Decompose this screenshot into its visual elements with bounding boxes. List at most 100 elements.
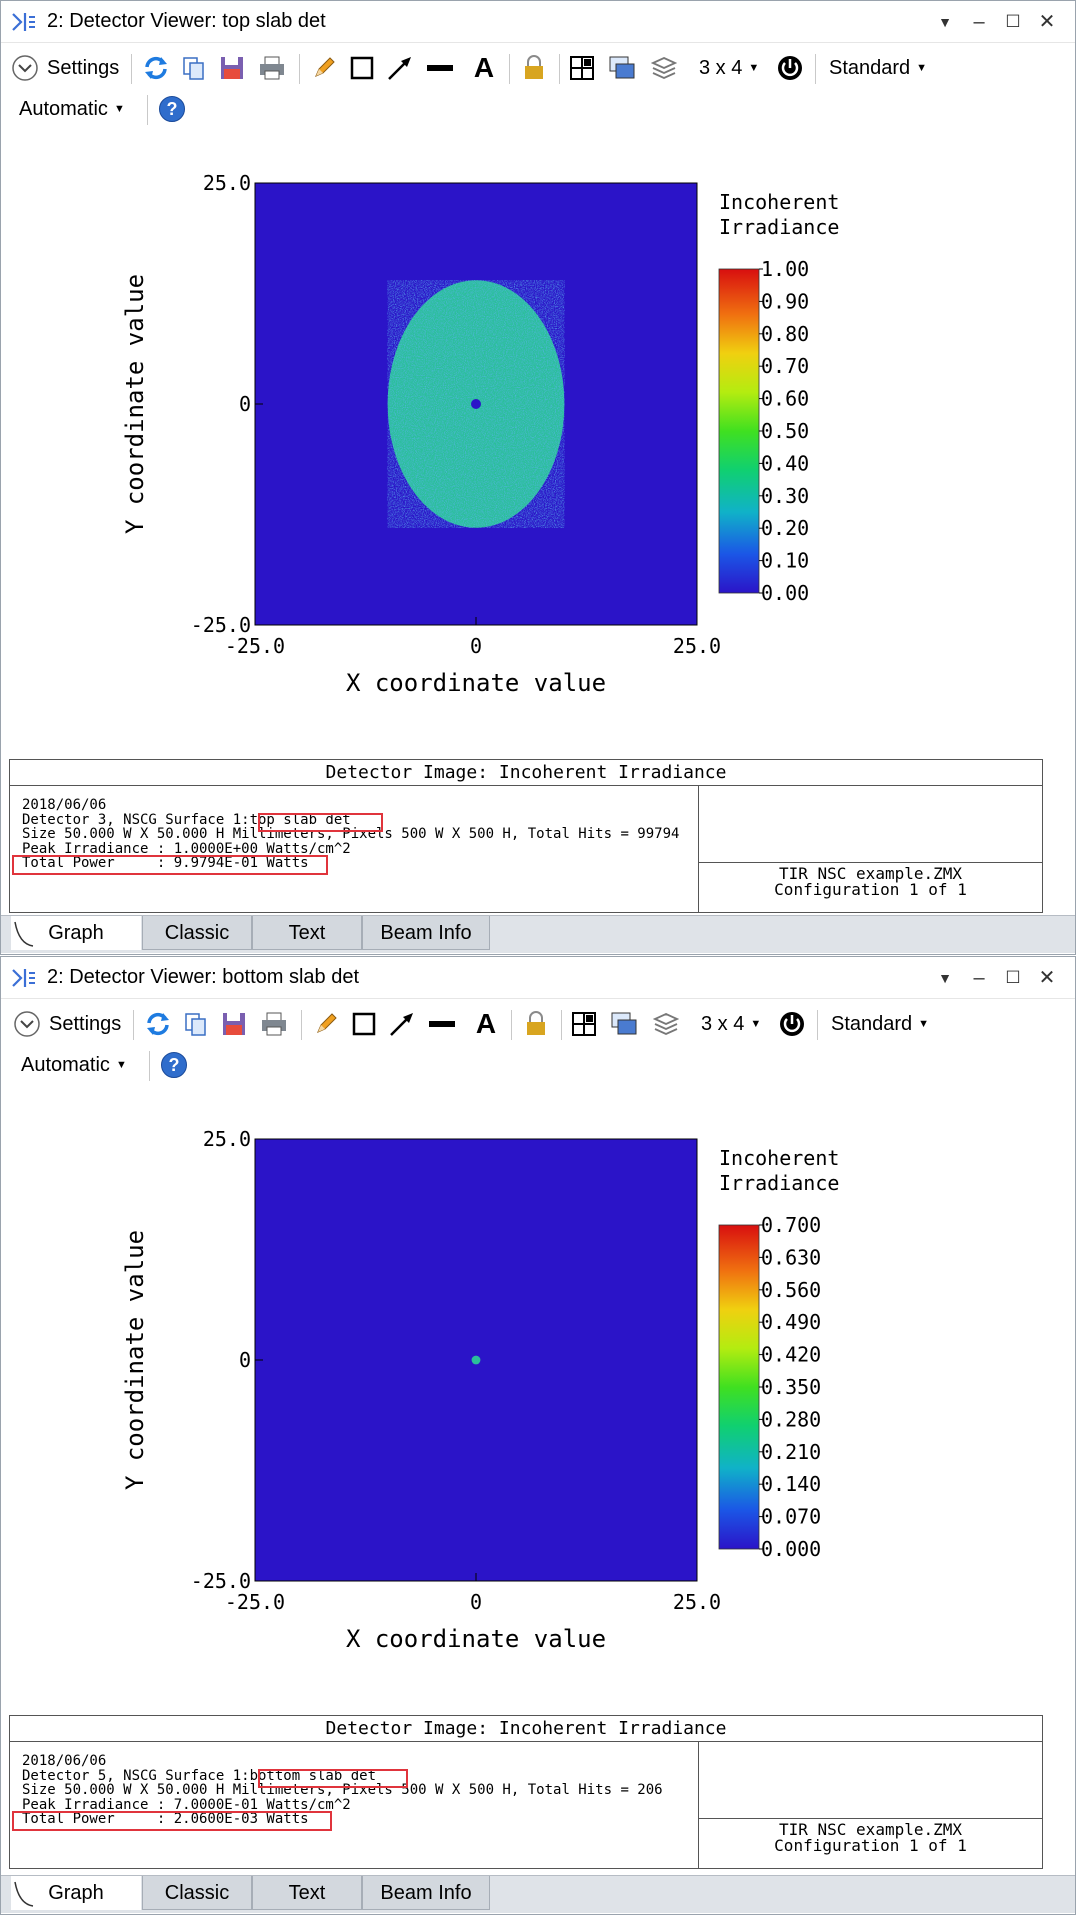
- highlight-total-power: [12, 1811, 332, 1831]
- colorbar-tick-label: 0.280: [761, 1407, 821, 1431]
- colorbar-tick-label: 0.700: [761, 1213, 821, 1237]
- tab-graph[interactable]: Graph: [11, 1876, 141, 1910]
- window-title: 2: Detector Viewer: bottom slab det: [47, 966, 360, 988]
- window-title: 2: Detector Viewer: top slab det: [47, 10, 326, 32]
- window-layout-icon[interactable]: [607, 52, 637, 84]
- tab-classic[interactable]: Classic: [142, 1876, 252, 1910]
- save-icon[interactable]: [219, 1008, 249, 1040]
- chevron-down-circle-icon: [14, 1011, 40, 1037]
- caret-down-icon: ▼: [918, 1018, 930, 1030]
- toolbar: Settings A 3 x 4 ▼ Standard ▼ Automatic …: [1, 1001, 1075, 1087]
- settings-button[interactable]: Settings: [11, 52, 119, 84]
- colorbar-tick-label: 0.40: [761, 451, 809, 475]
- layout-dropdown[interactable]: 3 x 4 ▼: [701, 1008, 761, 1040]
- arrow-tool-icon[interactable]: [385, 52, 415, 84]
- style-dropdown[interactable]: Standard ▼: [829, 52, 927, 84]
- text-tool-icon[interactable]: A: [469, 52, 499, 84]
- caret-down-icon: ▼: [113, 103, 125, 115]
- title-bar[interactable]: 2: Detector Viewer: top slab det ▼ – ☐ ✕: [1, 1, 1075, 43]
- x-tick-label: 25.0: [673, 634, 721, 658]
- scale-label: Automatic: [21, 1053, 110, 1076]
- highlight-detector-name: [258, 1769, 408, 1788]
- refresh-icon[interactable]: [143, 1008, 173, 1040]
- tab-beam-info[interactable]: Beam Info: [362, 916, 490, 950]
- line-tool-icon[interactable]: [427, 1008, 457, 1040]
- save-icon[interactable]: [217, 52, 247, 84]
- help-icon[interactable]: ?: [157, 93, 187, 125]
- grid-icon[interactable]: [567, 52, 597, 84]
- colorbar-title-line1: Incoherent: [719, 1146, 839, 1170]
- window-menu-dropdown[interactable]: ▼: [931, 9, 959, 35]
- layers-icon[interactable]: [651, 1008, 681, 1040]
- colorbar-tick-label: 0.90: [761, 289, 809, 313]
- y-axis-label: Y coordinate value: [121, 1230, 149, 1490]
- tab-text[interactable]: Text: [252, 1876, 362, 1910]
- maximize-button[interactable]: ☐: [999, 965, 1027, 991]
- copy-icon[interactable]: [181, 1008, 211, 1040]
- print-icon[interactable]: [257, 52, 287, 84]
- info-panel: Detector Image: Incoherent Irradiance 20…: [9, 1715, 1043, 1869]
- settings-label: Settings: [49, 1012, 122, 1035]
- print-icon[interactable]: [259, 1008, 289, 1040]
- title-bar[interactable]: 2: Detector Viewer: bottom slab det ▼ – …: [1, 957, 1075, 999]
- style-dropdown[interactable]: Standard ▼: [831, 1008, 929, 1040]
- app-logo-icon: [12, 969, 35, 987]
- grid-icon[interactable]: [569, 1008, 599, 1040]
- caret-down-icon: ▼: [748, 62, 760, 74]
- info-right-box: TIR NSC example.ZMX Configuration 1 of 1: [698, 1742, 1042, 1868]
- help-icon[interactable]: ?: [159, 1049, 189, 1081]
- info-title: Detector Image: Incoherent Irradiance: [10, 1716, 1042, 1742]
- close-button[interactable]: ✕: [1033, 965, 1061, 991]
- y-tick-label: -25.0: [191, 1569, 251, 1593]
- colorbar-title-line1: Incoherent: [719, 190, 839, 214]
- y-tick-label: 25.0: [203, 1127, 251, 1151]
- line-tool-icon[interactable]: [425, 52, 455, 84]
- colorbar-tick-label: 1.00: [761, 257, 809, 281]
- settings-button[interactable]: Settings: [13, 1008, 121, 1040]
- window-menu-dropdown[interactable]: ▼: [931, 965, 959, 991]
- x-tick-label: 0: [470, 1590, 482, 1614]
- colorbar-tick-label: 0.210: [761, 1440, 821, 1464]
- minimize-button[interactable]: –: [965, 965, 993, 991]
- tab-curve-icon: [14, 1881, 34, 1907]
- svg-text:?: ?: [167, 99, 178, 119]
- y-tick-label: 0: [239, 1348, 251, 1372]
- layout-label: 3 x 4: [699, 56, 743, 79]
- colorbar-title-line2: Irradiance: [719, 215, 839, 239]
- irradiance-chart[interactable]: -25.0 0 25.0 25.0 0 -25.0 X coordinate value Y …: [1, 133, 1076, 753]
- tab-classic[interactable]: Classic: [142, 916, 252, 950]
- rectangle-tool-icon[interactable]: [347, 52, 377, 84]
- rectangle-tool-icon[interactable]: [349, 1008, 379, 1040]
- file-info: TIR NSC example.ZMX Configuration 1 of 1: [699, 862, 1042, 912]
- lock-icon[interactable]: [519, 52, 549, 84]
- minimize-button[interactable]: –: [965, 9, 993, 35]
- tab-curve-icon: [14, 921, 34, 947]
- power-icon[interactable]: [777, 1008, 807, 1040]
- tab-beam-info[interactable]: Beam Info: [362, 1876, 490, 1910]
- scale-dropdown[interactable]: Automatic ▼: [19, 93, 125, 125]
- settings-label: Settings: [47, 56, 120, 79]
- text-tool-icon[interactable]: A: [471, 1008, 501, 1040]
- scale-dropdown[interactable]: Automatic ▼: [21, 1049, 127, 1081]
- maximize-button[interactable]: ☐: [999, 9, 1027, 35]
- tab-text[interactable]: Text: [252, 916, 362, 950]
- x-tick-label: -25.0: [225, 634, 285, 658]
- colorbar-tick-label: 0.420: [761, 1343, 821, 1367]
- refresh-icon[interactable]: [141, 52, 171, 84]
- arrow-tool-icon[interactable]: [387, 1008, 417, 1040]
- colorbar-tick-label: 0.140: [761, 1472, 821, 1496]
- x-axis-label: X coordinate value: [346, 1625, 606, 1653]
- caret-down-icon: ▼: [750, 1018, 762, 1030]
- pencil-icon[interactable]: [309, 52, 339, 84]
- lock-icon[interactable]: [521, 1008, 551, 1040]
- pencil-icon[interactable]: [311, 1008, 341, 1040]
- close-button[interactable]: ✕: [1033, 9, 1061, 35]
- irradiance-chart[interactable]: -25.0 0 25.0 25.0 0 -25.0 X coordinate value Y …: [1, 1089, 1076, 1709]
- layers-icon[interactable]: [649, 52, 679, 84]
- power-icon[interactable]: [775, 52, 805, 84]
- layout-dropdown[interactable]: 3 x 4 ▼: [699, 52, 759, 84]
- window-layout-icon[interactable]: [609, 1008, 639, 1040]
- irradiance-spot: [471, 1355, 481, 1365]
- copy-icon[interactable]: [179, 52, 209, 84]
- tab-graph[interactable]: Graph: [11, 916, 141, 950]
